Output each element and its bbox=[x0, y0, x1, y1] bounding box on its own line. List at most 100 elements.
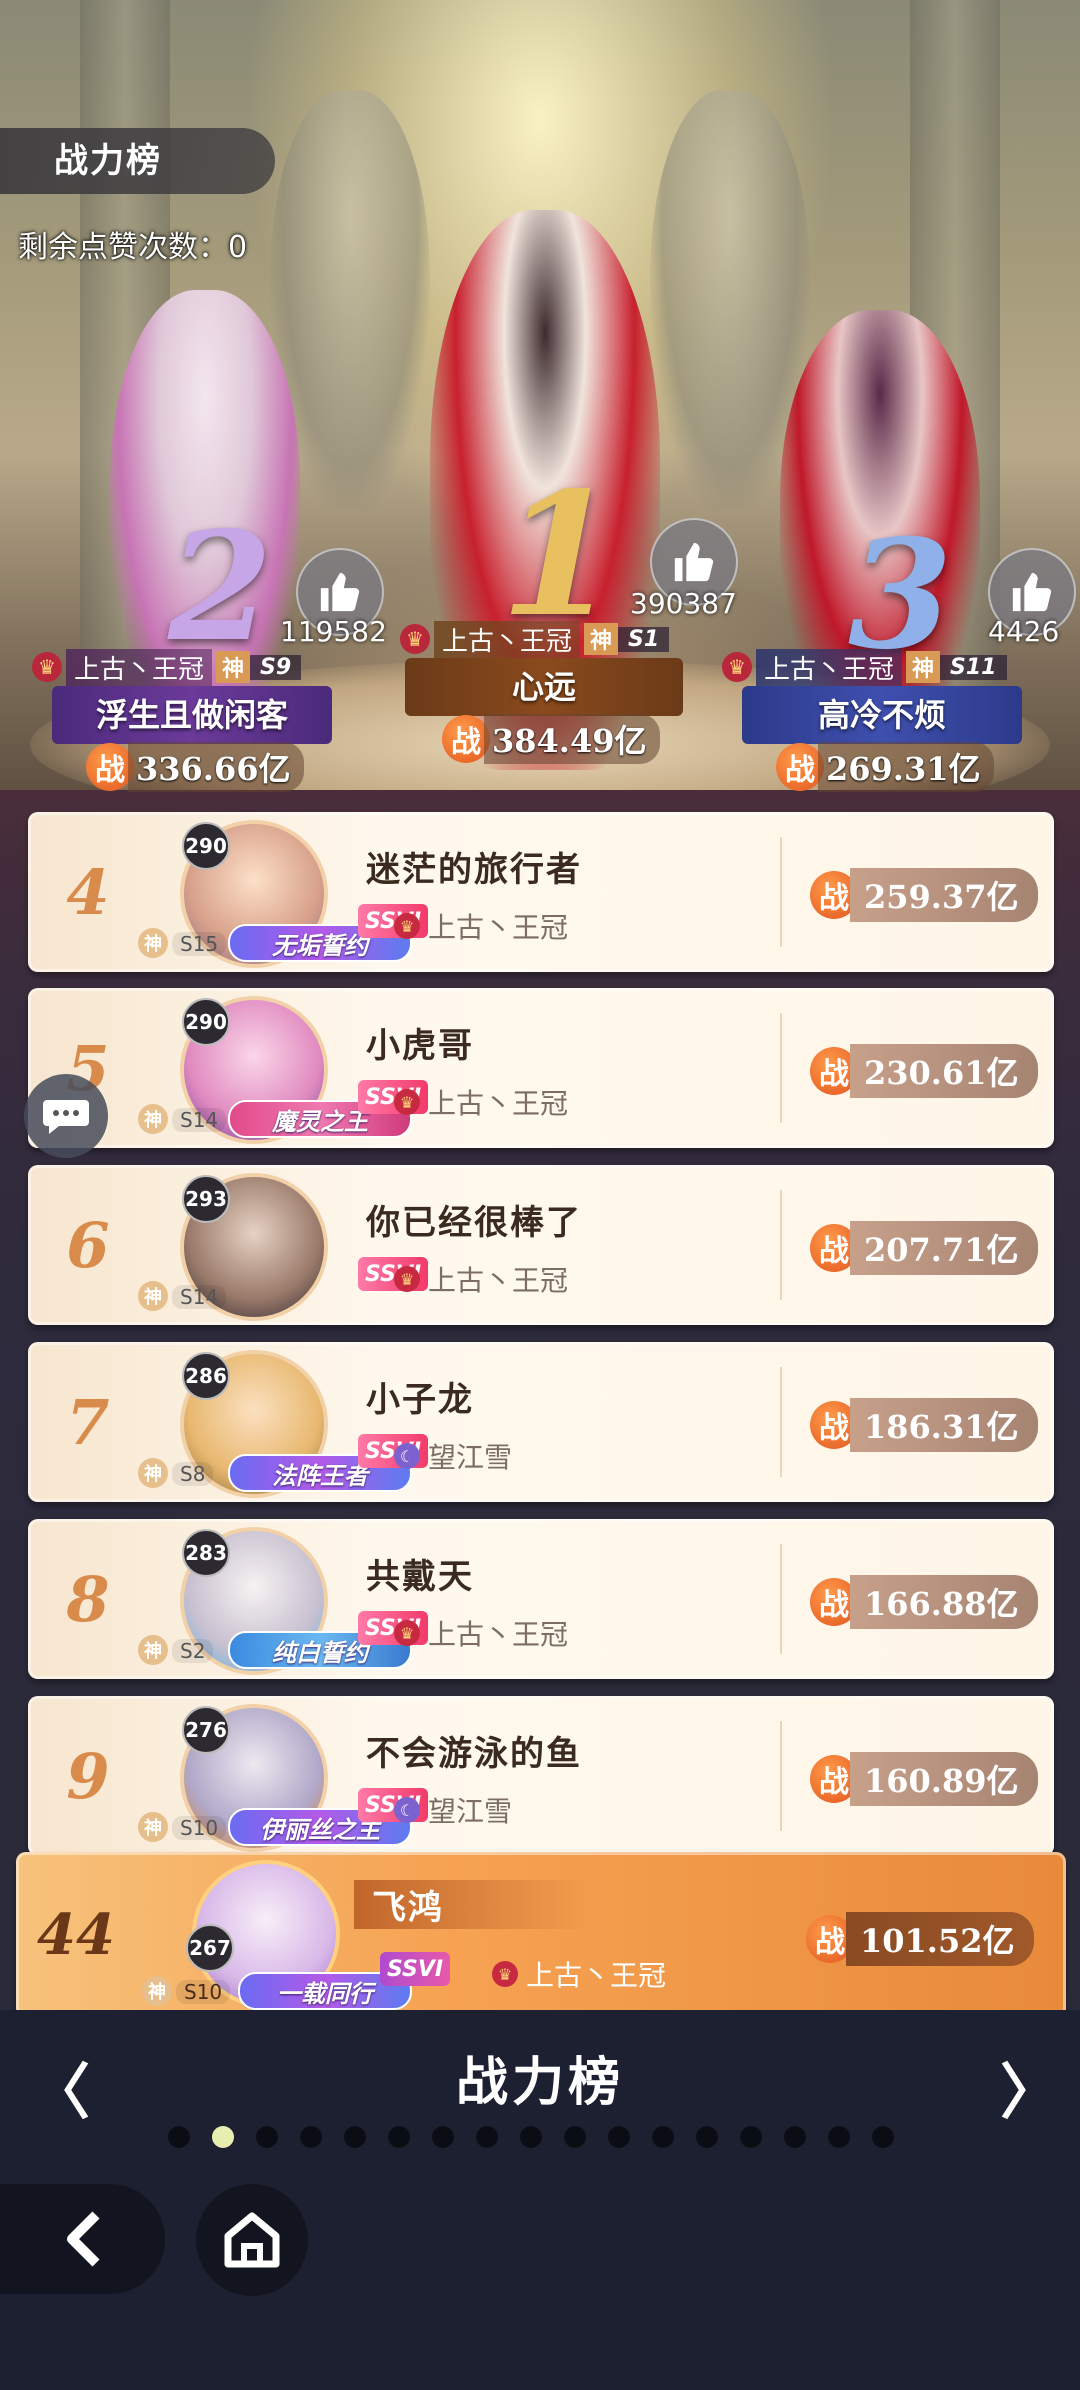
ranking-row[interactable]: 4 290 无垢誓约 神 S15 迷茫的旅行者 SSVI ♛ 上古丶王冠 战 25… bbox=[28, 812, 1054, 972]
ranking-row[interactable]: 9 276 伊丽丝之主 神 S10 不会游泳的鱼 SSVI ☾ 望江雪 战 160… bbox=[28, 1696, 1054, 1856]
page-dot[interactable] bbox=[564, 2126, 586, 2148]
player-name[interactable]: 高冷不烦 bbox=[742, 686, 1022, 744]
row-rank: 6 bbox=[66, 1208, 110, 1282]
crown-icon: ♛ bbox=[32, 652, 62, 682]
page-dot[interactable] bbox=[872, 2126, 894, 2148]
row-rank: 44 bbox=[37, 1902, 115, 1968]
power-display: 战 230.61亿 bbox=[810, 1044, 1039, 1098]
page-dot[interactable] bbox=[608, 2126, 630, 2148]
god-tag: 神 bbox=[216, 651, 251, 683]
season-tag: S14 bbox=[172, 1108, 227, 1132]
power-display: 战 336.66亿 bbox=[86, 742, 305, 792]
like-count: 4426 bbox=[988, 615, 1060, 648]
level-badge: 286 bbox=[182, 1352, 230, 1400]
ranking-row[interactable]: 8 283 纯白誓约 神 S2 共戴天 SSVI ♛ 上古丶王冠 战 166.88… bbox=[28, 1519, 1054, 1679]
crown-icon: ♛ bbox=[722, 652, 752, 682]
player-name: 飞鸿 bbox=[354, 1880, 592, 1929]
page-dot[interactable] bbox=[432, 2126, 454, 2148]
level-badge: 267 bbox=[186, 1924, 234, 1972]
player-name[interactable]: 浮生且做闲客 bbox=[52, 686, 332, 744]
row-rank: 7 bbox=[66, 1385, 110, 1459]
board-title: 战力榜 bbox=[455, 2053, 624, 2113]
power-value: 230.61亿 bbox=[850, 1044, 1039, 1098]
level-badge: 276 bbox=[182, 1706, 230, 1754]
next-board-button[interactable]: 〉 bbox=[1000, 2044, 1060, 2131]
power-display: 战 207.71亿 bbox=[810, 1221, 1039, 1275]
guild-name: 望江雪 bbox=[428, 1795, 513, 1828]
season-tag: S10 bbox=[172, 1816, 227, 1840]
guild-name: 上古丶王冠 bbox=[526, 1959, 667, 1992]
guild-name: 上古丶王冠 bbox=[428, 911, 569, 944]
player-name: 迷茫的旅行者 bbox=[366, 850, 582, 890]
page-dot[interactable] bbox=[476, 2126, 498, 2148]
divider bbox=[780, 837, 782, 947]
god-tag: 神 bbox=[584, 623, 619, 655]
page-dot[interactable] bbox=[828, 2126, 850, 2148]
player-name: 小子龙 bbox=[366, 1380, 474, 1420]
likes-remaining-label: 剩余点赞次数：0 bbox=[18, 230, 248, 265]
power-display: 战 186.31亿 bbox=[810, 1398, 1039, 1452]
god-tag: 神 bbox=[138, 928, 168, 958]
back-button[interactable] bbox=[0, 2184, 165, 2294]
power-value: 336.66亿 bbox=[128, 742, 305, 792]
like-count: 390387 bbox=[630, 587, 737, 620]
server-info: ♛ 上古丶王冠 神 S1 bbox=[400, 620, 670, 658]
power-display: 战 166.88亿 bbox=[810, 1575, 1039, 1629]
page-indicator bbox=[168, 2126, 894, 2148]
guild-name: 上古丶王冠 bbox=[428, 1618, 569, 1651]
page-dot[interactable] bbox=[212, 2126, 234, 2148]
god-tag: 神 bbox=[138, 1458, 168, 1488]
guild-info: ♛ 上古丶王冠 bbox=[492, 1954, 666, 1994]
crown-icon: ♛ bbox=[394, 1266, 420, 1292]
season-tag: S9 bbox=[250, 654, 302, 680]
crown-icon: ♛ bbox=[394, 913, 420, 939]
chat-bubble-icon[interactable] bbox=[24, 1074, 108, 1158]
god-tag: 神 bbox=[138, 1812, 168, 1842]
server-info: ♛ 上古丶王冠 神 S9 bbox=[32, 648, 302, 686]
guild-name: 上古丶王冠 bbox=[756, 648, 903, 686]
guild-info: ♛ 上古丶王冠 bbox=[394, 1082, 568, 1122]
season-tag: S15 bbox=[172, 932, 227, 956]
rank-number-1: 1 bbox=[500, 455, 619, 655]
page-dot[interactable] bbox=[740, 2126, 762, 2148]
page-dot[interactable] bbox=[344, 2126, 366, 2148]
page-dot[interactable] bbox=[388, 2126, 410, 2148]
ranking-row[interactable]: 7 286 法阵王者 神 S8 小子龙 SSVI ☾ 望江雪 战 186.31亿 bbox=[28, 1342, 1054, 1502]
power-icon: 战 bbox=[442, 715, 490, 763]
god-tag: 神 bbox=[142, 1976, 172, 2006]
row-rank: 4 bbox=[66, 855, 110, 929]
page-dot[interactable] bbox=[256, 2126, 278, 2148]
god-tag: 神 bbox=[906, 651, 941, 683]
guild-info: ♛ 上古丶王冠 bbox=[394, 1613, 568, 1653]
vip-badge: SSVI bbox=[380, 1952, 450, 1986]
guild-info: ♛ 上古丶王冠 bbox=[394, 1259, 568, 1299]
ranking-row[interactable]: 6 293 神 S14 你已经很棒了 SSVI ♛ 上古丶王冠 战 207.71亿 bbox=[28, 1165, 1054, 1325]
rank-number-3: 3 bbox=[848, 507, 953, 683]
player-name: 不会游泳的鱼 bbox=[366, 1734, 582, 1774]
crown-icon: ♛ bbox=[492, 1961, 518, 1987]
guild-info: ☾ 望江雪 bbox=[394, 1436, 512, 1476]
player-name[interactable]: 心远 bbox=[405, 658, 683, 716]
my-ranking-row[interactable]: 44 267 一载同行 神 S10 飞鸿 SSVI ♛ 上古丶王冠 战 101.5… bbox=[16, 1852, 1066, 2018]
page-dot[interactable] bbox=[784, 2126, 806, 2148]
player-name: 小虎哥 bbox=[366, 1026, 474, 1066]
season-tag: S10 bbox=[176, 1980, 231, 2004]
crown-icon: ♛ bbox=[400, 624, 430, 654]
power-value: 259.37亿 bbox=[850, 868, 1039, 922]
prev-board-button[interactable]: 〈 bbox=[30, 2044, 90, 2131]
power-icon: 战 bbox=[86, 743, 134, 791]
home-icon bbox=[224, 2212, 280, 2268]
page-dot[interactable] bbox=[696, 2126, 718, 2148]
season-tag: S11 bbox=[940, 654, 1007, 680]
page-dot[interactable] bbox=[300, 2126, 322, 2148]
guild-name: 望江雪 bbox=[428, 1441, 513, 1474]
home-button[interactable] bbox=[196, 2184, 308, 2296]
ranking-row[interactable]: 5 290 魔灵之王 神 S14 小虎哥 SSVI ♛ 上古丶王冠 战 230.6… bbox=[28, 988, 1054, 1148]
power-display: 战 384.49亿 bbox=[442, 714, 661, 764]
page-dot[interactable] bbox=[652, 2126, 674, 2148]
page-dot[interactable] bbox=[168, 2126, 190, 2148]
row-rank: 8 bbox=[66, 1562, 110, 1636]
power-value: 269.31亿 bbox=[818, 742, 995, 792]
page-dot[interactable] bbox=[520, 2126, 542, 2148]
power-value: 384.49亿 bbox=[484, 714, 661, 764]
